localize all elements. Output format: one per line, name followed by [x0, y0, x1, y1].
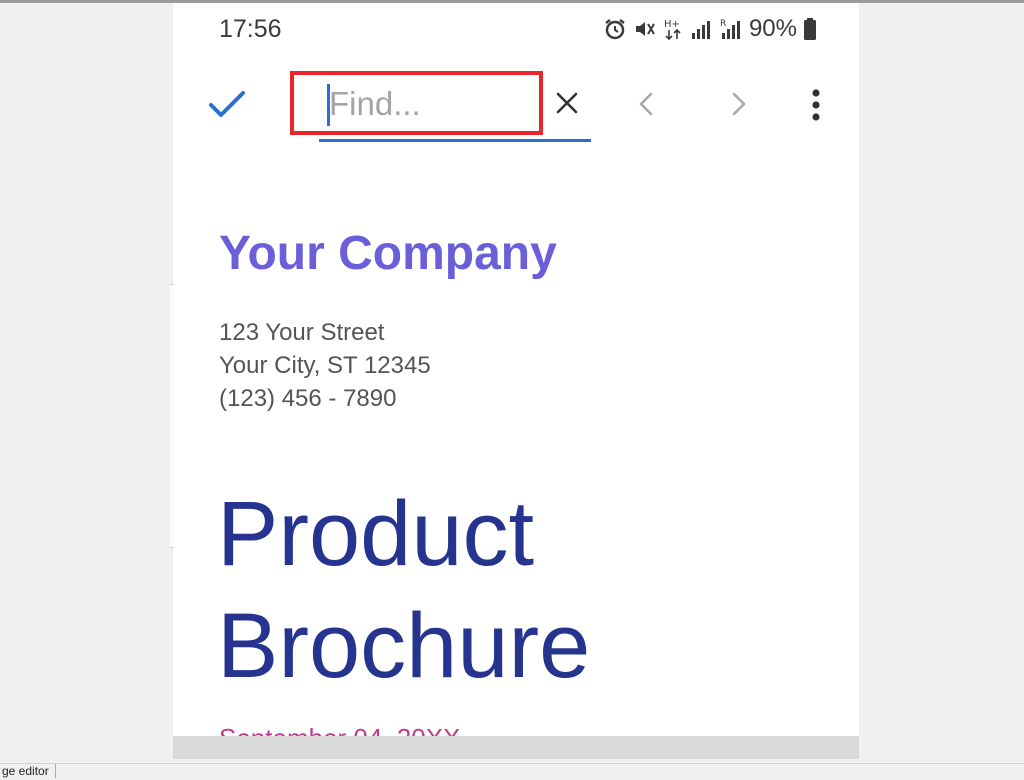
svg-text:R: R [720, 19, 726, 29]
check-icon[interactable] [207, 88, 247, 125]
find-field[interactable] [319, 72, 591, 142]
battery-percent: 90% [748, 15, 797, 42]
find-input[interactable] [329, 82, 534, 126]
svg-text:H+: H+ [664, 19, 680, 30]
close-icon[interactable] [555, 91, 579, 120]
address-line: 123 Your Street [219, 319, 385, 346]
text-cursor [327, 84, 330, 126]
alarm-icon [603, 17, 627, 41]
address-phone: (123) 456 - 7890 [219, 385, 397, 412]
company-address: 123 Your Street Your City, ST 12345 (123… [219, 316, 431, 415]
roaming-signal-icon: R [719, 17, 743, 41]
status-time: 17:56 [219, 15, 282, 43]
phone-screen: 17:56 H+ R 90% Find... Your Company 123 … [173, 3, 859, 759]
status-icons: H+ R 90% [603, 15, 817, 43]
mute-icon [633, 17, 657, 41]
document-page: Your Company 123 Your Street Your City, … [173, 156, 859, 753]
title-line: Brochure [217, 595, 591, 697]
taskbar-label[interactable]: ge editor [0, 764, 56, 778]
chevron-right-icon[interactable] [726, 91, 750, 122]
find-underline [319, 139, 591, 142]
horizontal-scrollbar[interactable] [173, 736, 859, 759]
status-bar: 17:56 H+ R 90% [173, 3, 859, 58]
signal-icon [691, 18, 713, 40]
document-title: Product Brochure [217, 478, 590, 702]
more-vert-icon[interactable] [809, 88, 823, 129]
chevron-left-icon[interactable] [635, 91, 659, 122]
bottom-taskbar [0, 763, 1024, 780]
network-icon: H+ [663, 17, 685, 41]
address-line: Your City, ST 12345 [219, 352, 431, 379]
company-name: Your Company [219, 227, 557, 280]
battery-icon [803, 17, 817, 41]
find-toolbar [173, 58, 859, 156]
title-line: Product [217, 483, 535, 585]
